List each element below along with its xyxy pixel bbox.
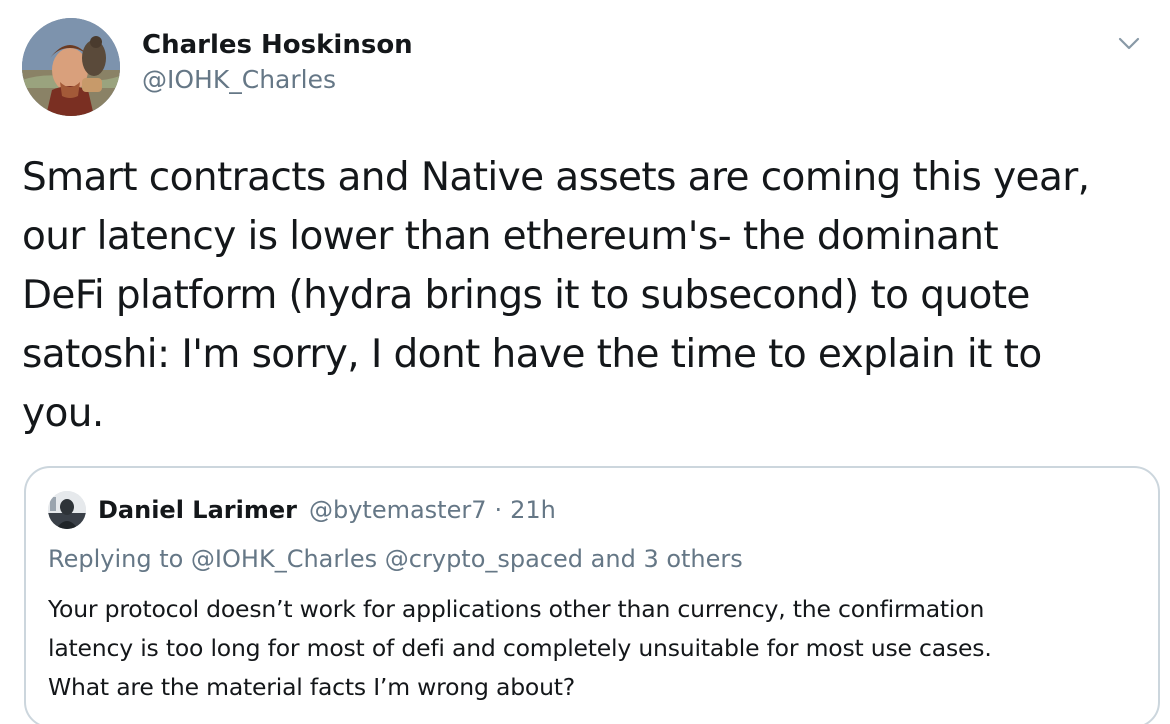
tweet-header: Charles Hoskinson @IOHK_Charles	[22, 18, 1148, 118]
quoted-tweet-text: Your protocol doesn’t work for applicati…	[48, 595, 992, 701]
quoted-author-handle[interactable]: @bytemaster7	[309, 496, 487, 524]
quoted-avatar-image	[48, 491, 86, 529]
tweet-text: Smart contracts and Native assets are co…	[22, 155, 1090, 436]
author-name[interactable]: Charles Hoskinson	[142, 28, 413, 62]
quoted-author-avatar[interactable]	[48, 491, 86, 529]
quoted-author-name[interactable]: Daniel Larimer	[98, 496, 297, 524]
quoted-tweet-header: Daniel Larimer @bytemaster7 · 21h	[48, 490, 556, 530]
author-handle[interactable]: @IOHK_Charles	[142, 62, 413, 98]
replying-to-line: Replying to @IOHK_Charles @crypto_spaced…	[48, 545, 743, 573]
chevron-down-icon[interactable]	[1114, 28, 1144, 58]
avatar-image	[22, 18, 120, 116]
author-avatar[interactable]	[22, 18, 120, 116]
dot-separator: ·	[494, 496, 503, 524]
quoted-tweet[interactable]: Daniel Larimer @bytemaster7 · 21h Replyi…	[24, 466, 1160, 724]
quoted-timestamp[interactable]: 21h	[510, 496, 556, 524]
author-info: Charles Hoskinson @IOHK_Charles	[142, 28, 413, 98]
